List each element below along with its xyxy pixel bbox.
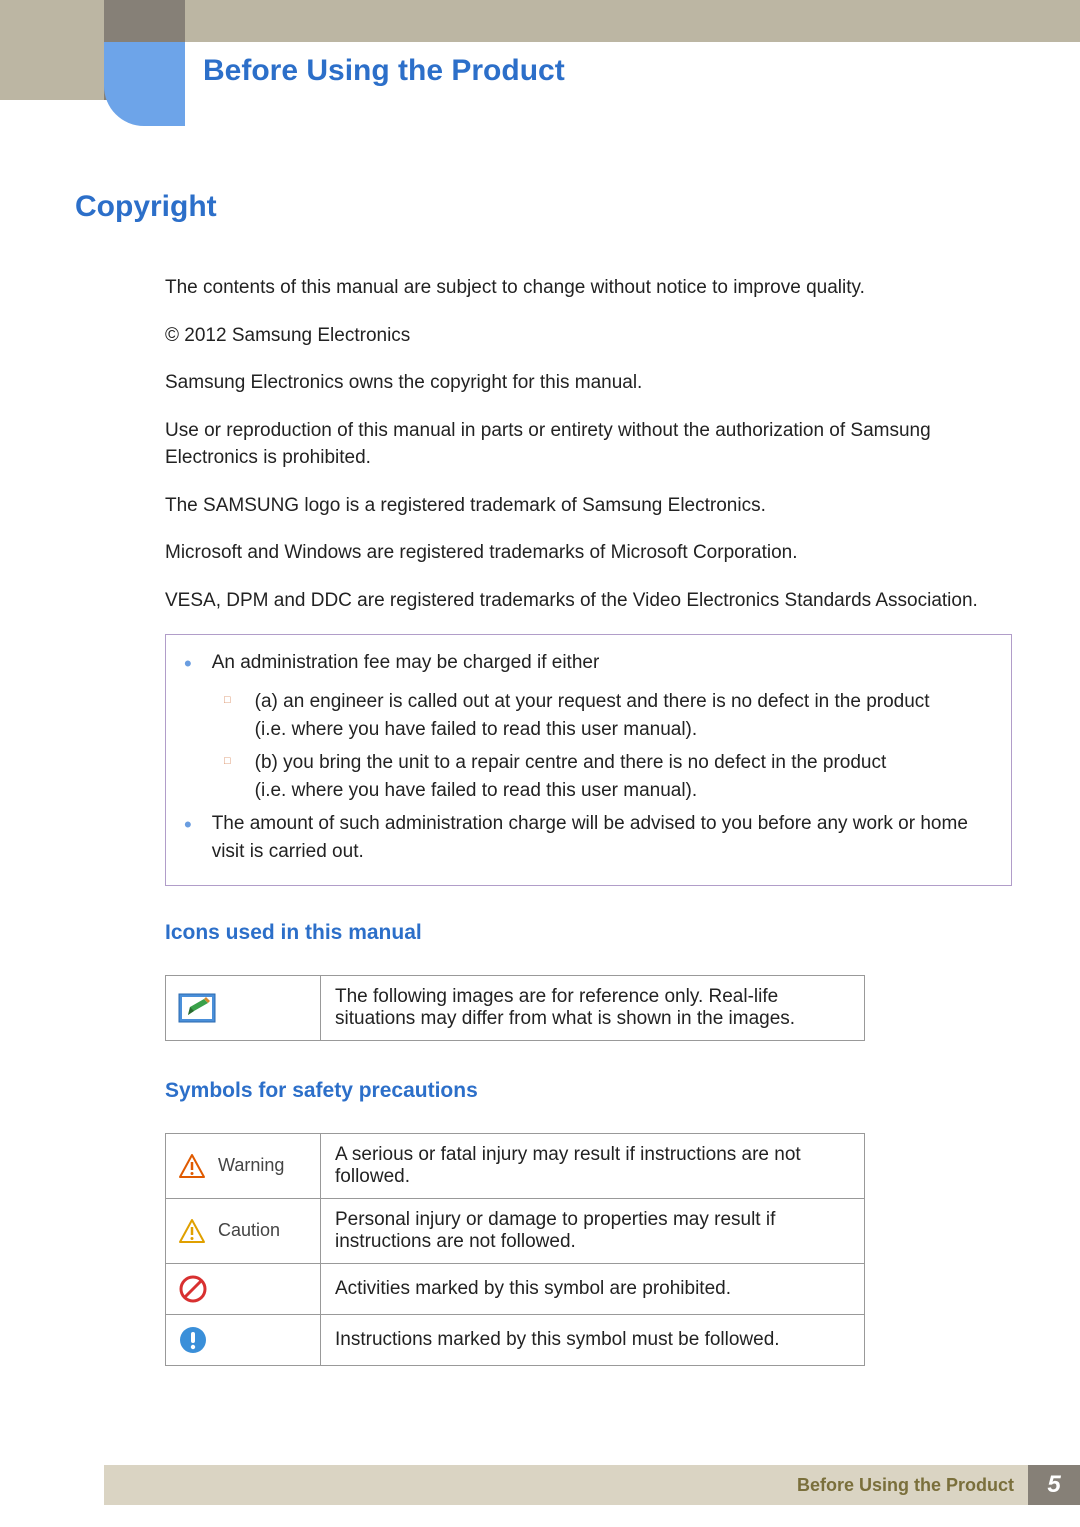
sub-bullet-icon: □: [224, 694, 231, 745]
bullet-text: The amount of such administration charge…: [212, 810, 993, 867]
table-row: Activities marked by this symbol are pro…: [166, 1263, 865, 1314]
caution-label: Caution: [218, 1220, 280, 1241]
icon-cell: Caution: [166, 1198, 321, 1263]
bullet-item: • The amount of such administration char…: [184, 810, 993, 867]
sub-bullet-line: (a) an engineer is called out at your re…: [255, 691, 930, 712]
sub-bullet-line: (i.e. where you have failed to read this…: [255, 719, 698, 740]
section-title-copyright: Copyright: [75, 190, 1012, 224]
icon-cell: Warning: [166, 1133, 321, 1198]
must-follow-description: Instructions marked by this symbol must …: [321, 1314, 865, 1365]
table-row: The following images are for reference o…: [166, 975, 865, 1040]
table-row: Instructions marked by this symbol must …: [166, 1314, 865, 1365]
header-accent-block: [104, 42, 185, 126]
footer-bar: Before Using the Product 5: [104, 1465, 1080, 1505]
icons-table: The following images are for reference o…: [165, 975, 865, 1041]
header-content: Before Using the Product: [185, 42, 1080, 100]
sub-bullet-item: □ (b) you bring the unit to a repair cen…: [224, 749, 993, 806]
paragraph: Samsung Electronics owns the copyright f…: [165, 369, 1012, 397]
admin-fee-box: • An administration fee may be charged i…: [165, 634, 1012, 886]
subsection-icons-title: Icons used in this manual: [165, 921, 1012, 945]
paragraph: Microsoft and Windows are registered tra…: [165, 539, 1012, 567]
caution-triangle-icon: [178, 1218, 206, 1244]
bullet-icon: •: [184, 814, 192, 867]
paragraph: © 2012 Samsung Electronics: [165, 322, 1012, 350]
warning-description: A serious or fatal injury may result if …: [321, 1133, 865, 1198]
paragraph: VESA, DPM and DDC are registered tradema…: [165, 587, 1012, 615]
table-row: Caution Personal injury or damage to pro…: [166, 1198, 865, 1263]
bullet-item: • An administration fee may be charged i…: [184, 649, 993, 678]
sub-bullet-text: (b) you bring the unit to a repair centr…: [255, 749, 887, 806]
caution-description: Personal injury or damage to properties …: [321, 1198, 865, 1263]
main-content: Copyright The contents of this manual ar…: [75, 190, 1012, 1404]
warning-label: Warning: [218, 1155, 284, 1176]
paragraph: Use or reproduction of this manual in pa…: [165, 417, 1012, 472]
footer-page-number: 5: [1028, 1465, 1080, 1505]
bullet-icon: •: [184, 653, 192, 678]
subsection-symbols-title: Symbols for safety precautions: [165, 1079, 1012, 1103]
warning-triangle-icon: [178, 1153, 206, 1179]
table-row: Warning A serious or fatal injury may re…: [166, 1133, 865, 1198]
sub-bullet-text: (a) an engineer is called out at your re…: [255, 688, 930, 745]
prohibited-description: Activities marked by this symbol are pro…: [321, 1263, 865, 1314]
note-pencil-icon: [178, 993, 216, 1023]
sub-bullet-line: (b) you bring the unit to a repair centr…: [255, 752, 887, 773]
icon-description: The following images are for reference o…: [321, 975, 865, 1040]
must-follow-icon: [178, 1325, 208, 1355]
sub-bullet-item: □ (a) an engineer is called out at your …: [224, 688, 993, 745]
paragraph: The contents of this manual are subject …: [165, 274, 1012, 302]
bullet-text: An administration fee may be charged if …: [212, 649, 600, 678]
icon-cell: [166, 1314, 321, 1365]
header-title: Before Using the Product: [203, 54, 1080, 88]
sub-bullet-line: (i.e. where you have failed to read this…: [255, 780, 698, 801]
paragraph: The SAMSUNG logo is a registered tradema…: [165, 492, 1012, 520]
footer-section-name: Before Using the Product: [797, 1475, 1028, 1496]
prohibited-icon: [178, 1274, 208, 1304]
sub-bullet-icon: □: [224, 755, 231, 806]
icon-cell: [166, 1263, 321, 1314]
icon-cell: [166, 975, 321, 1040]
symbols-table: Warning A serious or fatal injury may re…: [165, 1133, 865, 1366]
